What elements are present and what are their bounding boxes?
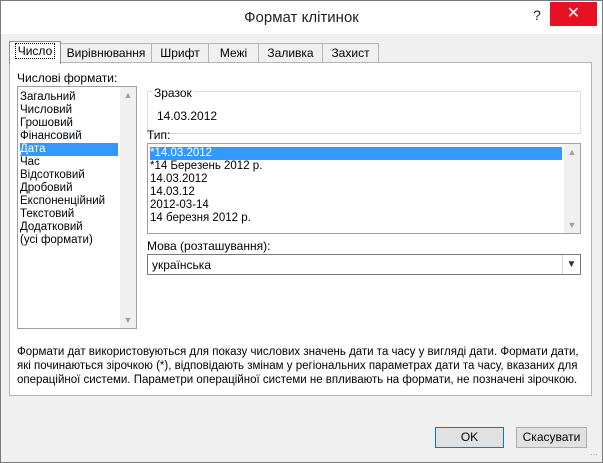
type-label: Тип:	[147, 128, 171, 142]
list-item[interactable]: Відсотковий	[20, 169, 85, 182]
tab-font[interactable]: Шрифт	[151, 43, 209, 62]
close-icon[interactable]: ✕	[550, 2, 597, 26]
type-listbox[interactable]: *14.03.2012 *14 Березень 2012 р. 14.03.2…	[147, 143, 581, 234]
category-listbox[interactable]: Загальний Числовий Грошовий Фінансовий Д…	[17, 86, 137, 329]
list-item-selected[interactable]: Дата	[20, 143, 118, 156]
list-item[interactable]: 2012-03-14	[150, 199, 209, 212]
tab-number[interactable]: Число	[9, 41, 61, 64]
list-item[interactable]: Фінансовий	[20, 130, 82, 143]
format-cells-dialog: Формат клітинок ? ✕ Число Вирівнювання Ш…	[0, 0, 603, 463]
list-item[interactable]: Дробовий	[20, 182, 73, 195]
tab-border[interactable]: Межі	[208, 43, 259, 62]
title-bar: Формат клітинок ? ✕	[1, 1, 602, 34]
format-description: Формати дат використовуються для показу …	[17, 346, 579, 386]
sample-value: 14.03.2012	[157, 109, 218, 123]
cancel-button[interactable]: Скасувати	[516, 427, 587, 448]
list-item[interactable]: Числовий	[20, 104, 72, 117]
type-scrollbar[interactable]: ▲ ▼	[564, 144, 580, 233]
tab-protection[interactable]: Захист	[322, 43, 379, 62]
list-item-selected[interactable]: *14.03.2012	[150, 147, 562, 160]
list-item[interactable]: *14 Березень 2012 р.	[150, 160, 262, 173]
sample-label: Зразок	[152, 86, 194, 100]
resize-grip-icon[interactable]: ⋯	[590, 450, 600, 460]
chevron-down-icon[interactable]: ▼	[564, 217, 580, 233]
list-item[interactable]: Загальний	[20, 91, 76, 104]
tab-alignment[interactable]: Вирівнювання	[60, 43, 152, 62]
list-item[interactable]: Текстовий	[20, 208, 74, 221]
sample-group: Зразок 14.03.2012	[147, 86, 581, 134]
chevron-down-icon[interactable]: ▼	[562, 255, 580, 274]
categories-label: Числові формати:	[17, 71, 118, 85]
list-item[interactable]: Грошовий	[20, 117, 73, 130]
dialog-title: Формат клітинок	[244, 9, 359, 26]
list-item[interactable]: Додатковий	[20, 221, 83, 234]
list-item[interactable]: 14.03.2012	[150, 173, 208, 186]
number-tab-panel: Числові формати: Загальний Числовий Грош…	[9, 62, 592, 396]
tab-fill[interactable]: Заливка	[258, 43, 323, 62]
category-scrollbar[interactable]: ▲ ▼	[120, 87, 136, 328]
list-item[interactable]: 14 березня 2012 р.	[150, 212, 251, 225]
chevron-up-icon[interactable]: ▲	[564, 144, 580, 160]
list-item[interactable]: 14.03.12	[150, 186, 195, 199]
locale-value: українська	[152, 258, 211, 272]
tab-number-label: Число	[14, 43, 56, 59]
chevron-down-icon[interactable]: ▼	[120, 312, 136, 328]
locale-label: Мова (розташування):	[147, 239, 271, 253]
chevron-up-icon[interactable]: ▲	[120, 87, 136, 103]
list-item[interactable]: (усі формати)	[20, 234, 93, 247]
ok-button[interactable]: OK	[435, 427, 504, 448]
list-item[interactable]: Експоненційний	[20, 195, 105, 208]
list-item[interactable]: Час	[20, 156, 40, 169]
help-icon[interactable]: ?	[525, 5, 549, 25]
locale-select[interactable]: українська ▼	[147, 254, 581, 275]
